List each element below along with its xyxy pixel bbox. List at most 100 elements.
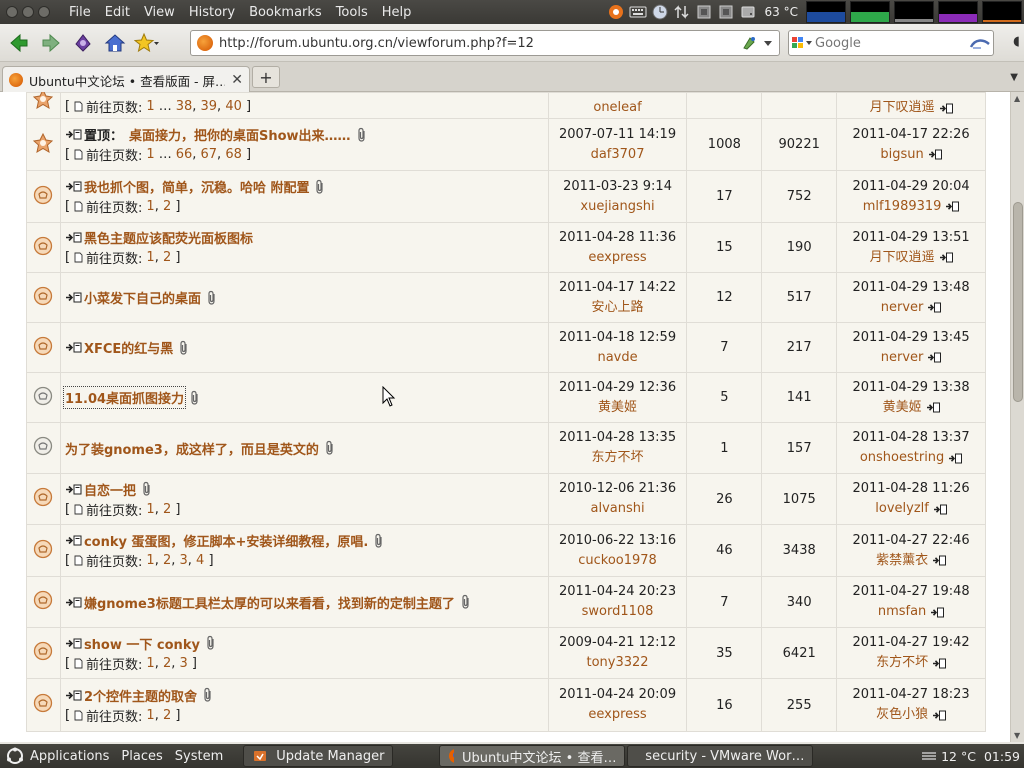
author-link[interactable]: sword1108 bbox=[549, 602, 687, 622]
page-link[interactable]: 1 bbox=[146, 502, 154, 517]
last-poster-link[interactable]: 黄美姬 bbox=[883, 398, 922, 418]
url-bar[interactable]: http://forum.ubuntu.org.cn/viewforum.php… bbox=[190, 30, 780, 56]
new-post-icon[interactable] bbox=[65, 689, 83, 701]
new-post-icon[interactable] bbox=[65, 483, 83, 495]
clock-applet-icon[interactable] bbox=[651, 3, 669, 21]
last-poster-link[interactable]: 东方不坏 bbox=[876, 653, 928, 673]
page-link[interactable]: 1 bbox=[146, 199, 154, 214]
keyboard-icon[interactable] bbox=[629, 3, 647, 21]
bookmarks-star-button[interactable] bbox=[134, 30, 160, 56]
menu-bookmarks[interactable]: Bookmarks bbox=[242, 5, 329, 20]
weather-applet[interactable]: 12 °C bbox=[921, 749, 976, 764]
panel-clock[interactable]: 01:59 bbox=[984, 749, 1020, 764]
goto-last-post-icon[interactable] bbox=[932, 710, 947, 721]
author-link[interactable]: 安心上路 bbox=[549, 298, 687, 318]
topic-title-link[interactable]: XFCE的红与黑 bbox=[84, 338, 173, 357]
page-link[interactable]: 1 bbox=[146, 99, 154, 114]
topic-title-link[interactable]: 桌面接力，把你的桌面Show出来…… bbox=[129, 125, 351, 144]
goto-last-post-icon[interactable] bbox=[932, 658, 947, 669]
scroll-down-icon[interactable]: ▼ bbox=[1014, 731, 1020, 740]
task-vmware[interactable]: security - VMware Wor… bbox=[627, 745, 814, 767]
topic-title-link[interactable]: 嫌gnome3标题工具栏太厚的可以来看看，找到新的定制主题了 bbox=[84, 593, 455, 612]
author-link[interactable]: tony3322 bbox=[549, 653, 687, 673]
topic-title-link[interactable]: 自恋一把 bbox=[84, 480, 136, 499]
last-poster-link[interactable]: mlf1989319 bbox=[863, 197, 942, 217]
goto-last-post-icon[interactable] bbox=[939, 103, 953, 114]
page-link[interactable]: 38 bbox=[176, 99, 193, 114]
topic-title-link[interactable]: conky 蛋蛋图，修正脚本+安装详细教程，原唱. bbox=[84, 531, 368, 550]
new-post-icon[interactable] bbox=[65, 596, 83, 608]
page-link[interactable]: 40 bbox=[225, 99, 242, 114]
topic-title-link[interactable]: 小菜发下自己的桌面 bbox=[84, 288, 201, 307]
new-tab-button[interactable]: + bbox=[252, 66, 280, 88]
new-post-icon[interactable] bbox=[65, 181, 83, 193]
goto-last-post-icon[interactable] bbox=[926, 402, 940, 413]
last-poster-link[interactable]: nerver bbox=[881, 298, 924, 318]
page-link[interactable]: 2 bbox=[163, 250, 171, 265]
author-link[interactable]: cuckoo1978 bbox=[549, 551, 687, 571]
goto-last-post-icon[interactable] bbox=[927, 352, 942, 363]
topic-title-link[interactable]: 为了装gnome3，成这样了，而且是英文的 bbox=[65, 439, 319, 458]
forward-button[interactable] bbox=[38, 30, 64, 56]
page-link[interactable]: 66 bbox=[176, 147, 193, 162]
last-poster-link[interactable]: nmsfan bbox=[878, 602, 926, 622]
author-link[interactable]: eexpress bbox=[549, 705, 687, 725]
page-link[interactable]: 67 bbox=[201, 147, 218, 162]
scroll-up-icon[interactable]: ▲ bbox=[1014, 94, 1020, 103]
topic-title-link[interactable]: 11.04桌面抓图接力 bbox=[62, 386, 187, 409]
network-arrows-icon[interactable] bbox=[673, 3, 691, 21]
page-link[interactable]: 1 bbox=[146, 147, 154, 162]
tab-list-icon[interactable]: ▼ bbox=[1010, 72, 1018, 83]
page-link[interactable]: 2 bbox=[163, 708, 171, 723]
applications-menu[interactable]: Applications bbox=[0, 744, 115, 768]
new-post-icon[interactable] bbox=[65, 342, 83, 354]
search-go-icon[interactable] bbox=[967, 35, 993, 51]
author-link[interactable]: xuejiangshi bbox=[549, 197, 687, 217]
topic-title-link[interactable]: 黑色主题应该配荧光面板图标 bbox=[84, 228, 253, 247]
menu-file[interactable]: File bbox=[62, 5, 98, 20]
minimize-window-button[interactable] bbox=[22, 6, 34, 18]
goto-last-post-icon[interactable] bbox=[928, 149, 942, 160]
author-link[interactable]: 东方不坏 bbox=[549, 448, 687, 468]
page-link[interactable]: 2 bbox=[163, 553, 171, 568]
new-post-icon[interactable] bbox=[65, 292, 83, 304]
ubuntu-one-icon[interactable] bbox=[607, 3, 625, 21]
author-link[interactable]: eexpress bbox=[549, 248, 687, 268]
last-poster-link[interactable]: 紫禁薰衣 bbox=[876, 551, 928, 571]
page-link[interactable]: 1 bbox=[146, 250, 154, 265]
new-post-icon[interactable] bbox=[65, 535, 83, 547]
page-link[interactable]: 3 bbox=[180, 553, 188, 568]
menu-help[interactable]: Help bbox=[375, 5, 419, 20]
goto-last-post-icon[interactable] bbox=[945, 201, 960, 212]
goto-last-post-icon[interactable] bbox=[930, 607, 945, 618]
menu-history[interactable]: History bbox=[182, 5, 242, 20]
search-bar[interactable] bbox=[788, 30, 994, 56]
goto-last-post-icon[interactable] bbox=[932, 555, 947, 566]
last-poster-link[interactable]: bigsun bbox=[880, 145, 923, 165]
new-post-icon[interactable] bbox=[65, 637, 83, 649]
reload-button[interactable] bbox=[70, 30, 96, 56]
page-link[interactable]: 1 bbox=[146, 708, 154, 723]
feed-icon[interactable] bbox=[741, 35, 757, 51]
last-poster-link[interactable]: 月下叹逍遥 bbox=[870, 98, 935, 118]
topic-title-link[interactable]: show 一下 conky bbox=[84, 634, 200, 653]
last-poster-link[interactable]: lovelyzlf bbox=[875, 499, 929, 519]
page-link[interactable]: 1 bbox=[146, 656, 154, 671]
page-link[interactable]: 3 bbox=[180, 656, 188, 671]
page-link[interactable]: 4 bbox=[196, 553, 204, 568]
vertical-scrollbar[interactable]: ▲ ▼ bbox=[1010, 92, 1024, 742]
page-link[interactable]: 1 bbox=[146, 553, 154, 568]
page-link[interactable]: 2 bbox=[163, 656, 171, 671]
last-poster-link[interactable]: 月下叹逍遥 bbox=[870, 248, 935, 268]
task-update-manager[interactable]: Update Manager bbox=[243, 745, 394, 767]
goto-last-post-icon[interactable] bbox=[927, 302, 942, 313]
new-post-icon[interactable] bbox=[65, 129, 83, 141]
page-link[interactable]: 68 bbox=[225, 147, 242, 162]
goto-last-post-icon[interactable] bbox=[933, 504, 947, 515]
task-firefox[interactable]: Ubuntu中文论坛 • 查看… bbox=[439, 745, 626, 767]
places-menu[interactable]: Places bbox=[115, 744, 168, 768]
menu-edit[interactable]: Edit bbox=[98, 5, 137, 20]
search-input[interactable] bbox=[815, 35, 967, 51]
author-link[interactable]: daf3707 bbox=[549, 145, 687, 165]
home-button[interactable] bbox=[102, 30, 128, 56]
